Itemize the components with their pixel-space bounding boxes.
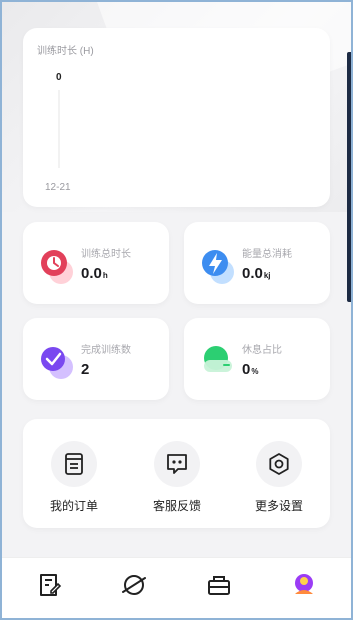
clock-icon [41,250,73,284]
menu-card: 我的订单 客服反馈 更多设置 [23,419,330,528]
discover-planet-icon[interactable] [119,570,149,600]
menu-item-settings[interactable]: 更多设置 [234,441,324,513]
stat-unit: kj [263,271,271,280]
bottom-tab-bar [2,557,351,618]
stat-number: 0.0 [242,265,263,282]
settings-gear-icon [256,441,302,487]
chart-y-tick: 0 [56,72,62,83]
chat-feedback-icon [154,441,200,487]
stat-label: 完成训练数 [81,345,131,356]
menu-item-feedback[interactable]: 客服反馈 [132,441,222,513]
stat-label: 能量总消耗 [242,249,292,260]
training-duration-chart: 训练时长 (H) 0 12-21 [23,28,330,207]
stat-value: 0% [242,361,258,378]
chart-x-tick: 12-21 [45,182,71,193]
stat-card-completed[interactable]: 完成训练数 2 [23,318,169,400]
stat-label: 休息占比 [242,345,282,356]
order-list-icon [51,441,97,487]
stat-card-energy[interactable]: 能量总消耗 0.0kj [184,222,330,304]
stat-unit: h [102,271,108,280]
stat-card-rest[interactable]: 休息占比 0% [184,318,330,400]
lightning-icon [202,250,234,284]
menu-label: 我的订单 [49,499,98,513]
stat-label: 训练总时长 [81,249,131,260]
menu-item-orders[interactable]: 我的订单 [29,441,119,513]
stat-number: 0 [242,361,251,378]
stat-number: 2 [81,361,90,378]
menu-label: 更多设置 [254,499,303,513]
check-badge-icon [41,347,73,379]
plan-edit-icon[interactable] [34,570,64,600]
menu-label: 客服反馈 [152,499,201,513]
stat-number: 0.0 [81,265,102,282]
app-screen: 训练时长 (H) 0 12-21 训练总时长 0.0h 能量总消耗 0.0kj [0,0,353,620]
profile-avatar-icon[interactable] [289,570,319,600]
stat-value: 2 [81,361,90,378]
stat-value: 0.0h [81,265,108,282]
chart-svg: 0 12-21 [45,72,71,193]
stat-value: 0.0kj [242,265,271,282]
scroll-edge [347,52,351,302]
shop-bag-icon[interactable] [204,570,234,600]
stat-card-training-time[interactable]: 训练总时长 0.0h [23,222,169,304]
stat-unit: % [251,367,259,376]
rest-icon [204,346,232,372]
